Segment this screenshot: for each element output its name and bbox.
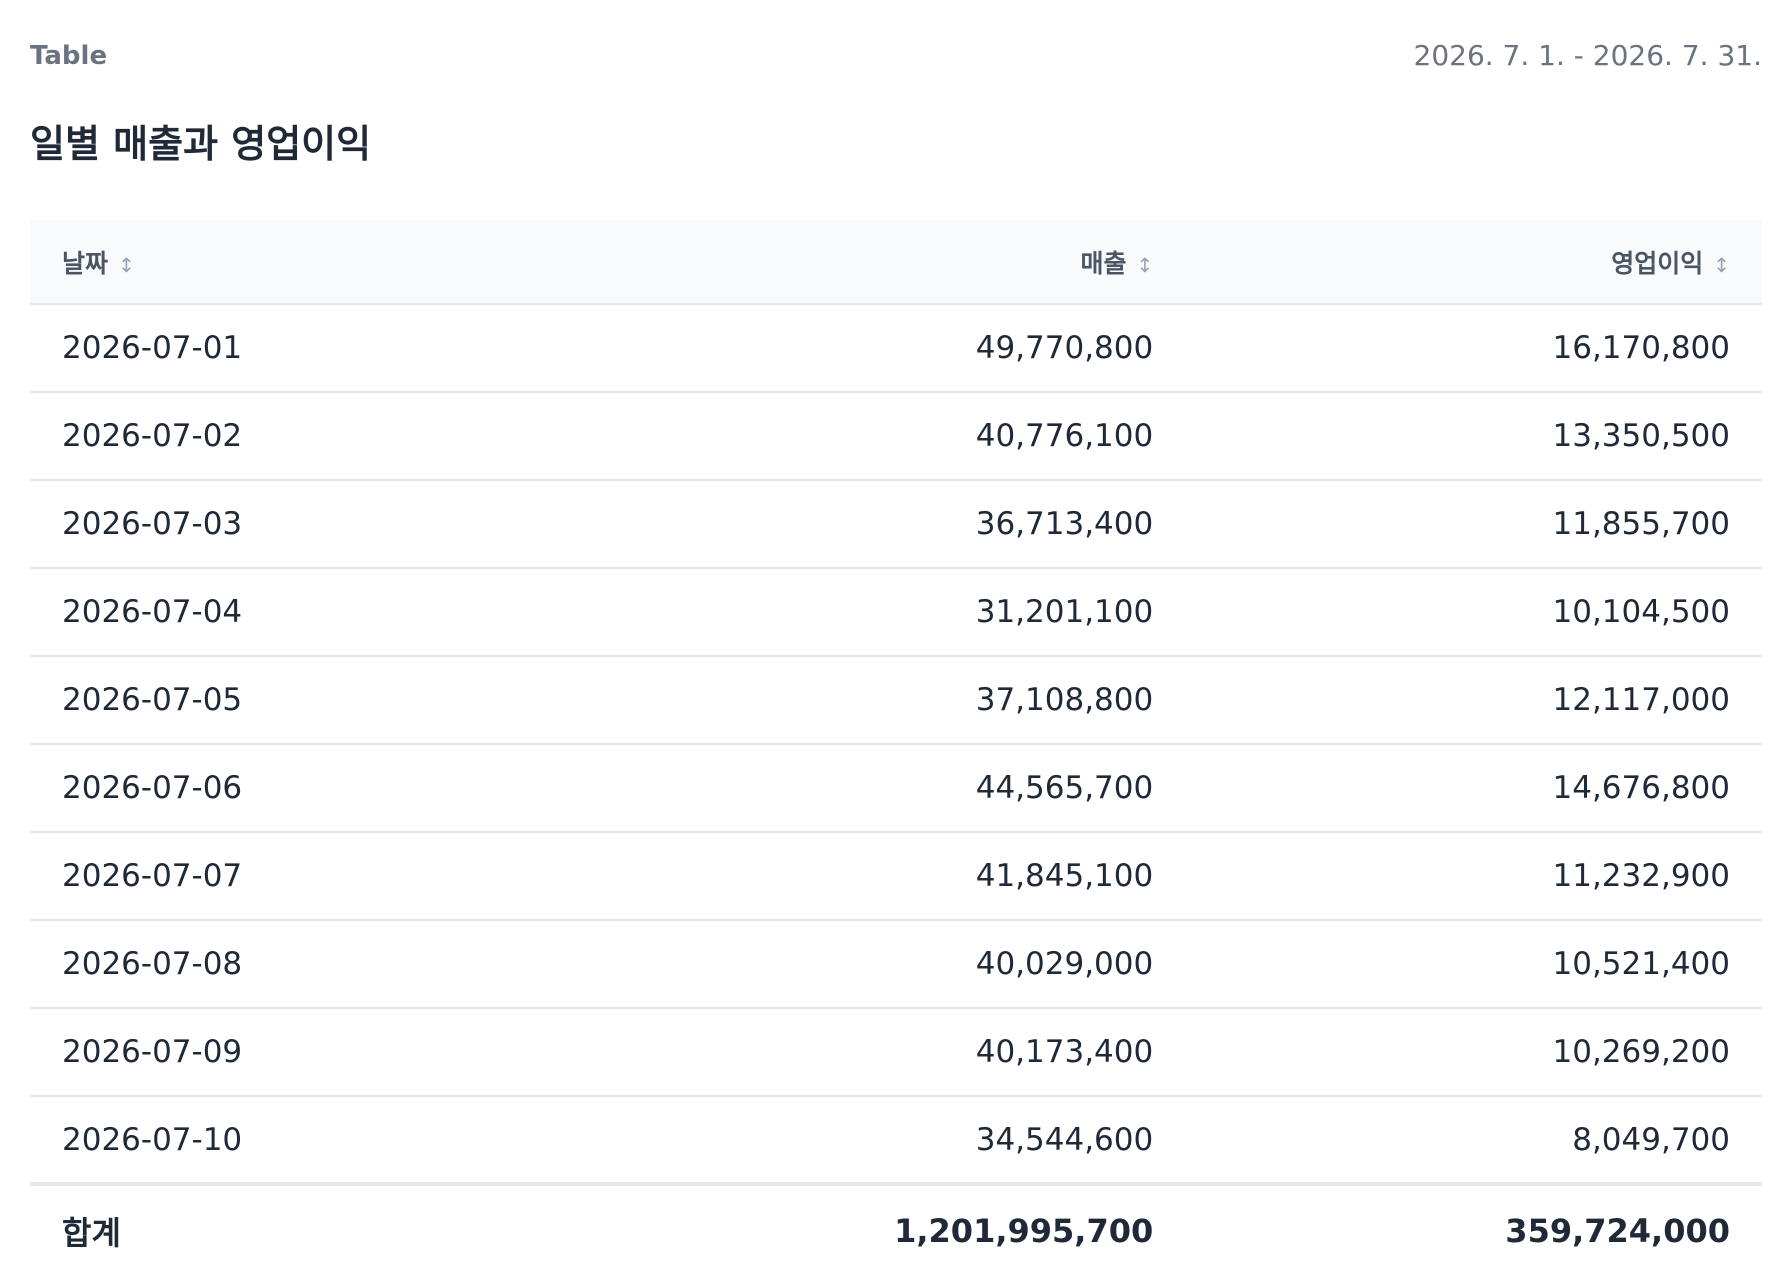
sort-icon[interactable]: ↕ xyxy=(1713,253,1730,277)
profit-cell: 11,232,900 xyxy=(1185,832,1762,921)
table-row: 2026-07-02 40,776,100 13,350,500 xyxy=(30,392,1762,481)
revenue-cell: 37,108,800 xyxy=(606,656,1186,745)
profit-cell: 10,104,500 xyxy=(1185,568,1762,657)
total-revenue-cell: 1,201,995,700 xyxy=(606,1182,1186,1276)
column-header-label: 영업이익 xyxy=(1611,248,1704,278)
date-cell: 2026-07-04 xyxy=(30,568,607,657)
revenue-cell: 40,776,100 xyxy=(606,392,1186,481)
table-header-row: 날짜 ↕ 매출 ↕ 영업이익 ↕ xyxy=(30,220,1762,305)
profit-cell: 8,049,700 xyxy=(1185,1096,1762,1185)
revenue-cell: 40,029,000 xyxy=(606,920,1186,1009)
revenue-cell: 31,201,100 xyxy=(606,568,1186,657)
column-header-label: 날짜 xyxy=(62,248,109,278)
table-wrapper: 날짜 ↕ 매출 ↕ 영업이익 ↕ 2026-07-01 49,770,800 16,170… xyxy=(30,220,1762,1276)
revenue-cell: 40,173,400 xyxy=(606,1008,1186,1097)
date-cell: 2026-07-02 xyxy=(30,392,607,481)
data-table: 날짜 ↕ 매출 ↕ 영업이익 ↕ 2026-07-01 49,770,800 16,170… xyxy=(30,220,1762,1276)
revenue-cell: 44,565,700 xyxy=(606,744,1186,833)
total-profit-cell: 359,724,000 xyxy=(1185,1182,1762,1276)
revenue-cell: 41,845,100 xyxy=(606,832,1186,921)
date-cell: 2026-07-07 xyxy=(30,832,607,921)
column-header-label: 매출 xyxy=(1080,248,1127,278)
total-label-cell: 합계 xyxy=(30,1182,607,1276)
date-cell: 2026-07-10 xyxy=(30,1096,607,1185)
table-row: 2026-07-05 37,108,800 12,117,000 xyxy=(30,656,1762,745)
table-body: 2026-07-01 49,770,800 16,170,800 2026-07-02… xyxy=(30,304,1762,1185)
date-cell: 2026-07-01 xyxy=(30,304,607,393)
sort-icon[interactable]: ↕ xyxy=(118,253,135,277)
date-cell: 2026-07-05 xyxy=(30,656,607,745)
date-cell: 2026-07-03 xyxy=(30,480,607,569)
table-row: 2026-07-01 49,770,800 16,170,800 xyxy=(30,304,1762,393)
profit-cell: 10,521,400 xyxy=(1185,920,1762,1009)
revenue-cell: 49,770,800 xyxy=(606,304,1186,393)
profit-cell: 14,676,800 xyxy=(1185,744,1762,833)
card-header: Table 2026. 7. 1. - 2026. 7. 31. xyxy=(30,36,1762,76)
date-cell: 2026-07-08 xyxy=(30,920,607,1009)
column-header-revenue[interactable]: 매출 ↕ xyxy=(606,220,1186,305)
revenue-cell: 34,544,600 xyxy=(606,1096,1186,1185)
table-row: 2026-07-03 36,713,400 11,855,700 xyxy=(30,480,1762,569)
table-row: 2026-07-10 34,544,600 8,049,700 xyxy=(30,1096,1762,1185)
date-cell: 2026-07-09 xyxy=(30,1008,607,1097)
table-total-row: 합계 1,201,995,700 359,724,000 xyxy=(30,1182,1762,1276)
profit-cell: 12,117,000 xyxy=(1185,656,1762,745)
revenue-cell: 36,713,400 xyxy=(606,480,1186,569)
table-row: 2026-07-08 40,029,000 10,521,400 xyxy=(30,920,1762,1009)
profit-cell: 16,170,800 xyxy=(1185,304,1762,393)
date-range: 2026. 7. 1. - 2026. 7. 31. xyxy=(1413,39,1763,72)
date-cell: 2026-07-06 xyxy=(30,744,607,833)
table-row: 2026-07-07 41,845,100 11,232,900 xyxy=(30,832,1762,921)
sort-icon[interactable]: ↕ xyxy=(1136,253,1153,277)
page-title: 일별 매출과 영업이익 xyxy=(30,122,372,166)
table-row: 2026-07-06 44,565,700 14,676,800 xyxy=(30,744,1762,833)
profit-cell: 11,855,700 xyxy=(1185,480,1762,569)
column-header-date[interactable]: 날짜 ↕ xyxy=(30,220,607,305)
card-eyebrow: Table xyxy=(30,41,108,71)
profit-cell: 10,269,200 xyxy=(1185,1008,1762,1097)
column-header-operating-profit[interactable]: 영업이익 ↕ xyxy=(1185,220,1762,305)
table-card: Table 2026. 7. 1. - 2026. 7. 31. 일별 매출과 … xyxy=(30,0,1762,1276)
table-row: 2026-07-04 31,201,100 10,104,500 xyxy=(30,568,1762,657)
profit-cell: 13,350,500 xyxy=(1185,392,1762,481)
table-row: 2026-07-09 40,173,400 10,269,200 xyxy=(30,1008,1762,1097)
